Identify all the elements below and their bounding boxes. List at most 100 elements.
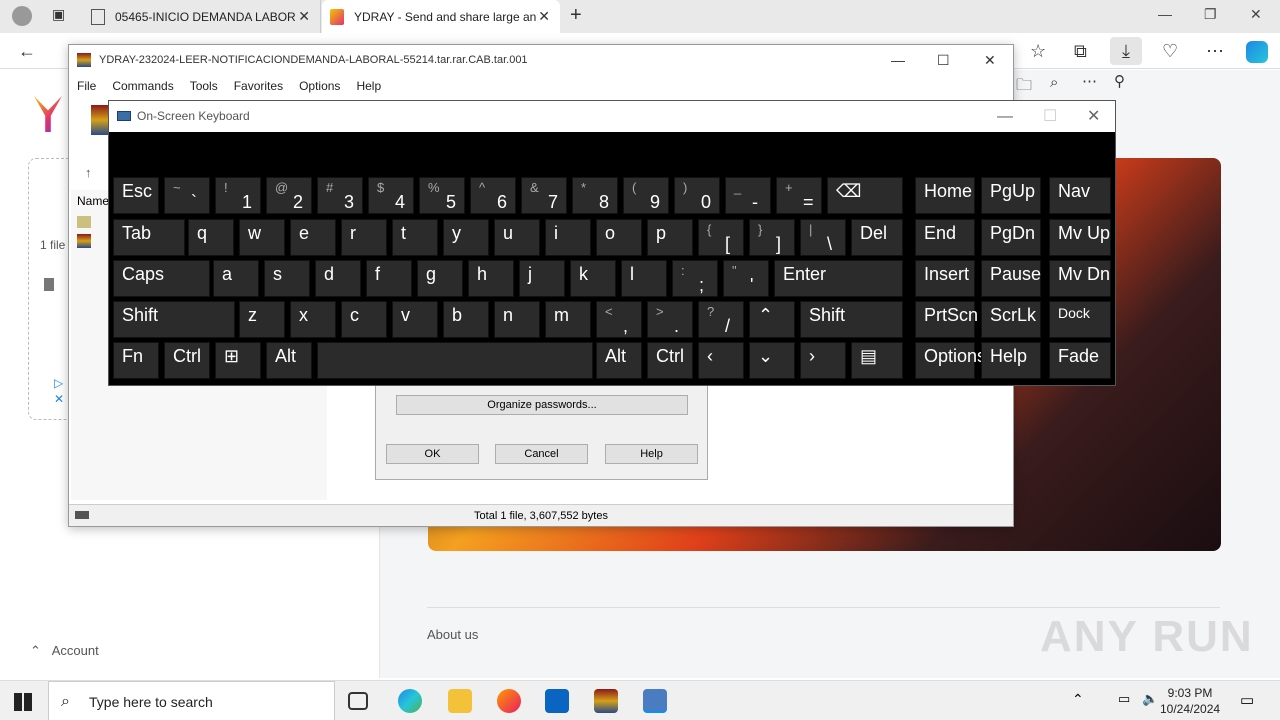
osk-key[interactable]: (9: [623, 177, 669, 214]
osk-key[interactable]: & 7: [521, 177, 567, 214]
osk-key[interactable]: f: [366, 260, 412, 297]
osk-key[interactable]: m: [545, 301, 591, 338]
osk-key[interactable]: Alt: [266, 342, 312, 379]
osk-key[interactable]: Mv Up: [1049, 219, 1111, 256]
close-icon[interactable]: ✕: [1087, 101, 1100, 132]
osk-key[interactable]: _ -: [725, 177, 771, 214]
osk-key[interactable]: Shift: [800, 301, 903, 338]
osk-key[interactable]: Home: [915, 177, 975, 214]
osk-key[interactable]: b: [443, 301, 489, 338]
osk-key[interactable]: ) 0: [674, 177, 720, 214]
osk-key[interactable]: ›: [800, 342, 846, 379]
osk-key[interactable]: Fn: [113, 342, 159, 379]
minimize-icon[interactable]: —: [891, 45, 905, 75]
osk-key[interactable]: Mv Dn: [1049, 260, 1111, 297]
osk-key[interactable]: z: [239, 301, 285, 338]
osk-key[interactable]: w: [239, 219, 285, 256]
osk-key[interactable]: PgDn: [981, 219, 1041, 256]
osk-key[interactable]: c: [341, 301, 387, 338]
osk-key[interactable]: @2: [266, 177, 312, 214]
list-header-name[interactable]: Name: [77, 194, 109, 208]
osk-key[interactable]: % 5: [419, 177, 465, 214]
osk-key[interactable]: PgUp: [981, 177, 1041, 214]
close-icon[interactable]: ✕: [298, 8, 310, 25]
osk-key[interactable]: n: [494, 301, 540, 338]
osk-key[interactable]: Tab: [113, 219, 185, 256]
more-icon[interactable]: ⋯: [1082, 72, 1097, 90]
osk-key[interactable]: i: [545, 219, 591, 256]
osk-key[interactable]: | \: [800, 219, 846, 256]
tab-inicio-demanda[interactable]: 05465-INICIO DEMANDA LABOR ✕: [83, 0, 321, 33]
osk-taskbar-icon[interactable]: [643, 689, 667, 713]
osk-key[interactable]: :;: [672, 260, 718, 297]
osk-titlebar[interactable]: On-Screen Keyboard — ☐ ✕: [109, 101, 1115, 132]
outlook-icon[interactable]: [545, 689, 569, 713]
firefox-icon[interactable]: [497, 689, 521, 713]
osk-key[interactable]: Pause: [981, 260, 1041, 297]
osk-key[interactable]: ScrLk: [981, 301, 1041, 338]
tab-actions-icon[interactable]: ▣: [52, 6, 65, 23]
osk-key[interactable]: " ': [723, 260, 769, 297]
search-icon[interactable]: ⌕: [1050, 74, 1058, 91]
osk-key[interactable]: Enter: [774, 260, 903, 297]
performance-icon[interactable]: ♡: [1162, 41, 1178, 62]
help-button[interactable]: Help: [605, 444, 698, 464]
new-tab-icon[interactable]: +: [570, 4, 582, 27]
osk-key[interactable]: * 8: [572, 177, 618, 214]
copilot-icon[interactable]: [1246, 41, 1268, 63]
osk-key[interactable]: x: [290, 301, 336, 338]
ad-choices-icon[interactable]: ▷: [54, 376, 63, 390]
taskbar-search[interactable]: ⌕ Type here to search: [48, 681, 335, 720]
osk-key[interactable]: Dock: [1049, 301, 1111, 338]
osk-key[interactable]: Fade: [1049, 342, 1111, 379]
osk-key[interactable]: ? /: [698, 301, 744, 338]
osk-key[interactable]: t: [392, 219, 438, 256]
network-icon[interactable]: ▭: [1118, 691, 1130, 707]
favorites-icon[interactable]: ☆: [1030, 41, 1046, 62]
volume-icon[interactable]: 🔈: [1142, 691, 1158, 707]
downloads-icon[interactable]: ⤓: [1110, 37, 1142, 65]
organize-passwords-button[interactable]: Organize passwords...: [396, 395, 688, 415]
tray-chevron-icon[interactable]: ⌃: [1072, 691, 1084, 708]
osk-key[interactable]: k: [570, 260, 616, 297]
osk-key[interactable]: + =: [776, 177, 822, 214]
osk-key[interactable]: $4: [368, 177, 414, 214]
osk-key[interactable]: ⌫: [827, 177, 903, 214]
osk-key[interactable]: <,: [596, 301, 642, 338]
cancel-button[interactable]: Cancel: [495, 444, 588, 464]
osk-key[interactable]: Shift: [113, 301, 235, 338]
osk-key[interactable]: Insert: [915, 260, 975, 297]
account-toggle[interactable]: ⌃ Account: [30, 643, 99, 659]
osk-key[interactable]: ~ `: [164, 177, 210, 214]
osk-key[interactable]: g: [417, 260, 463, 297]
profile-icon[interactable]: [12, 6, 32, 26]
osk-key[interactable]: o: [596, 219, 642, 256]
osk-key[interactable]: v: [392, 301, 438, 338]
notification-icon[interactable]: ▭: [1240, 691, 1254, 709]
osk-key[interactable]: s: [264, 260, 310, 297]
osk-key[interactable]: u: [494, 219, 540, 256]
osk-key[interactable]: ‹: [698, 342, 744, 379]
winrar-titlebar[interactable]: YDRAY-232024-LEER-NOTIFICACIONDEMANDA-LA…: [69, 45, 1013, 75]
osk-key[interactable]: Caps: [113, 260, 210, 297]
task-view-icon[interactable]: [348, 692, 368, 710]
osk-key[interactable]: }]: [749, 219, 795, 256]
osk-key[interactable]: e: [290, 219, 336, 256]
osk-key[interactable]: >.: [647, 301, 693, 338]
menu-options[interactable]: Options: [299, 79, 340, 93]
maximize-icon[interactable]: ☐: [937, 45, 950, 75]
osk-key[interactable]: #3: [317, 177, 363, 214]
osk-key[interactable]: Del: [851, 219, 903, 256]
osk-key[interactable]: y: [443, 219, 489, 256]
osk-key[interactable]: h: [468, 260, 514, 297]
back-icon[interactable]: ←: [18, 41, 36, 62]
osk-key[interactable]: ⌃: [749, 301, 795, 338]
up-arrow-icon[interactable]: ↑: [85, 165, 92, 180]
osk-key[interactable]: Nav: [1049, 177, 1111, 214]
osk-key[interactable]: d: [315, 260, 361, 297]
folder-icon[interactable]: 🗀: [1016, 74, 1032, 101]
osk-key[interactable]: {[: [698, 219, 744, 256]
folder-up-icon[interactable]: [77, 216, 91, 228]
osk-key[interactable]: Ctrl: [164, 342, 210, 379]
pin-icon[interactable]: ⚲: [1114, 72, 1125, 90]
